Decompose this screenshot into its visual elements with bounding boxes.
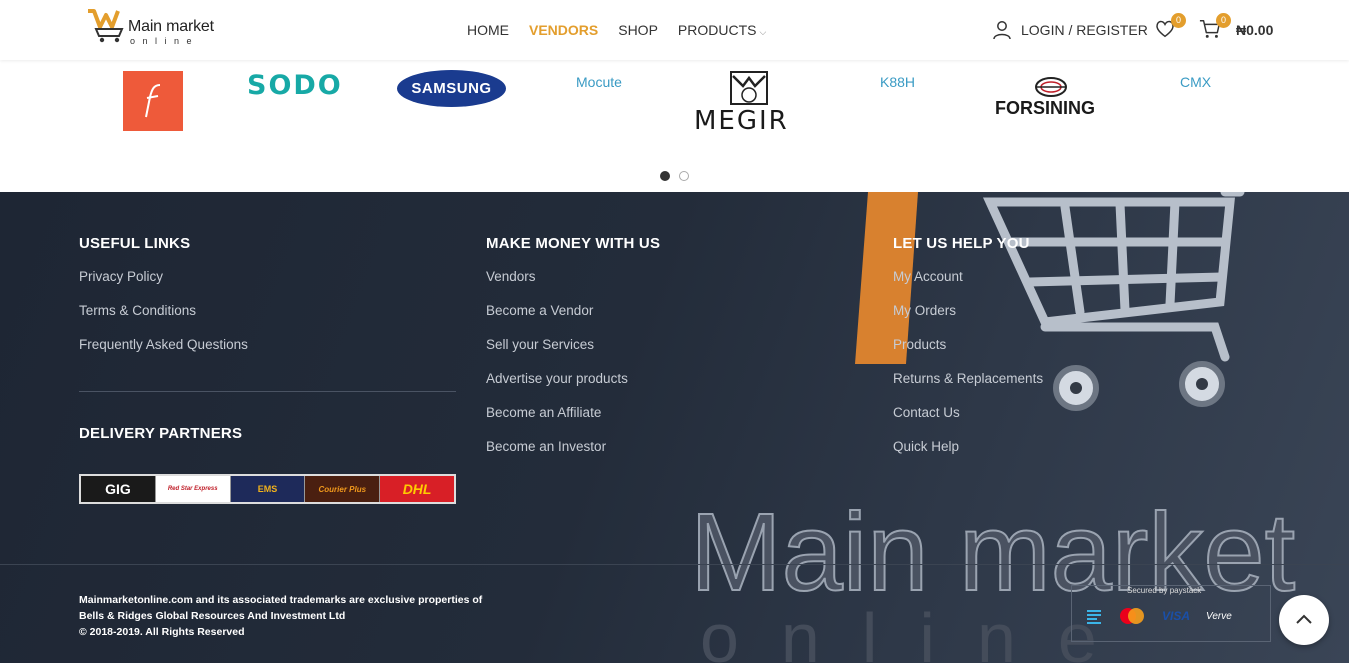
useful-links-column: USEFUL LINKS Privacy Policy Terms & Cond…	[79, 235, 248, 354]
nav-products[interactable]: PRODUCTS ⌵	[678, 22, 766, 38]
visa-icon: VISA	[1162, 609, 1191, 623]
help-title: LET US HELP YOU	[893, 235, 1030, 252]
footer-bottom-divider	[0, 564, 1349, 565]
link-products[interactable]: Products	[893, 336, 1043, 354]
cart-button[interactable]: 0	[1199, 13, 1231, 42]
partner-courier-plus: Courier Plus	[305, 476, 381, 502]
wishlist-count-badge: 0	[1171, 13, 1186, 28]
brand-samsung-label: SAMSUNG	[411, 80, 492, 97]
copyright-text: Mainmarketonline.com and its associated …	[79, 592, 499, 640]
partner-ems: EMS	[230, 476, 306, 502]
nav-home[interactable]: HOME	[467, 22, 509, 38]
partner-gig: GIG	[81, 476, 156, 502]
link-privacy-policy[interactable]: Privacy Policy	[79, 268, 248, 286]
payment-cards: VISA Verve	[1086, 607, 1232, 625]
login-register-label: LOGIN / REGISTER	[1021, 22, 1148, 38]
link-faq[interactable]: Frequently Asked Questions	[79, 336, 248, 354]
delivery-partners-logos: GIG Red Star Express EMS Courier Plus DH…	[79, 474, 456, 504]
logo-sub: online	[130, 36, 200, 46]
link-contact-us[interactable]: Contact Us	[893, 404, 1043, 422]
link-terms[interactable]: Terms & Conditions	[79, 302, 248, 320]
link-quick-help[interactable]: Quick Help	[893, 438, 1043, 456]
brand-megir-label: MEGIR	[694, 106, 789, 136]
link-returns[interactable]: Returns & Replacements	[893, 370, 1043, 388]
brand-k88h[interactable]: K88H	[880, 74, 915, 90]
link-become-vendor[interactable]: Become a Vendor	[486, 302, 660, 320]
link-investor[interactable]: Become an Investor	[486, 438, 660, 456]
mastercard-icon	[1120, 608, 1144, 624]
paystack-icon	[1087, 610, 1101, 624]
scroll-to-top-button[interactable]	[1279, 595, 1329, 645]
nav-products-label: PRODUCTS	[677, 22, 757, 38]
copyright-line-2: Bells & Ridges Global Resources And Inve…	[79, 610, 346, 622]
login-register-link[interactable]: LOGIN / REGISTER	[992, 20, 1148, 40]
logo-name: Main market	[128, 18, 214, 35]
brand-carousel: SODO SAMSUNG Mocute MEGIR K88H FORSINING…	[0, 60, 1349, 192]
cart-logo-icon	[88, 9, 124, 43]
chevron-down-icon: ⌵	[759, 27, 767, 37]
brand-mocute[interactable]: Mocute	[576, 74, 622, 90]
delivery-partners-title: DELIVERY PARTNERS	[79, 425, 243, 442]
link-sell-services[interactable]: Sell your Services	[486, 336, 660, 354]
delivery-partners-section: DELIVERY PARTNERS	[79, 425, 242, 442]
link-my-account[interactable]: My Account	[893, 268, 1043, 286]
site-logo[interactable]: Main market online	[86, 7, 226, 47]
main-nav: HOME VENDORS SHOP PRODUCTS ⌵	[467, 22, 766, 38]
megir-crest-icon	[730, 71, 768, 105]
link-advertise[interactable]: Advertise your products	[486, 370, 660, 388]
brand-forsining[interactable]: FORSINING	[994, 74, 1104, 124]
brand-samsung[interactable]: SAMSUNG	[397, 70, 506, 107]
brand-sodo[interactable]: SODO	[247, 70, 343, 101]
footer-divider	[79, 391, 456, 392]
help-column: LET US HELP YOU My Account My Orders Pro…	[893, 235, 1043, 456]
nav-shop[interactable]: SHOP	[618, 22, 658, 38]
site-footer: Main market online USEFUL LINKS Privacy …	[0, 192, 1349, 663]
partner-red-star: Red Star Express	[155, 476, 231, 502]
wishlist-button[interactable]: 0	[1154, 13, 1186, 42]
cart-count-badge: 0	[1216, 13, 1231, 28]
brand-megir[interactable]: MEGIR	[694, 68, 804, 136]
f-brand-icon	[145, 84, 161, 118]
nav-vendors[interactable]: VENDORS	[529, 22, 598, 38]
payment-badge: Secured by paystack VISA Verve	[1071, 585, 1271, 642]
copyright-line-3: © 2018-2019. All Rights Reserved	[79, 626, 245, 638]
site-header: Main market online HOME VENDORS SHOP PRO…	[0, 0, 1349, 60]
link-my-orders[interactable]: My Orders	[893, 302, 1043, 320]
copyright-line-1: Mainmarketonline.com and its associated …	[79, 594, 483, 606]
make-money-column: MAKE MONEY WITH US Vendors Become a Vend…	[486, 235, 660, 456]
link-vendors[interactable]: Vendors	[486, 268, 660, 286]
cart-total[interactable]: ₦0.00	[1236, 22, 1273, 38]
brand-forsining-label: FORSINING	[995, 98, 1096, 118]
partner-dhl: DHL	[380, 476, 454, 502]
carousel-dot-1[interactable]	[660, 171, 670, 181]
verve-icon: Verve	[1206, 610, 1232, 622]
secured-by-label: Secured by paystack	[1127, 586, 1202, 595]
make-money-title: MAKE MONEY WITH US	[486, 235, 661, 252]
brand-cmx[interactable]: CMX	[1180, 74, 1211, 90]
forsining-crest-icon	[1035, 77, 1067, 97]
carousel-dots	[660, 171, 689, 181]
link-affiliate[interactable]: Become an Affiliate	[486, 404, 660, 422]
brand-f-logo[interactable]	[123, 71, 183, 131]
user-icon	[993, 21, 1011, 40]
useful-links-title: USEFUL LINKS	[79, 235, 191, 252]
carousel-dot-2[interactable]	[679, 171, 689, 181]
chevron-up-icon	[1296, 614, 1312, 624]
